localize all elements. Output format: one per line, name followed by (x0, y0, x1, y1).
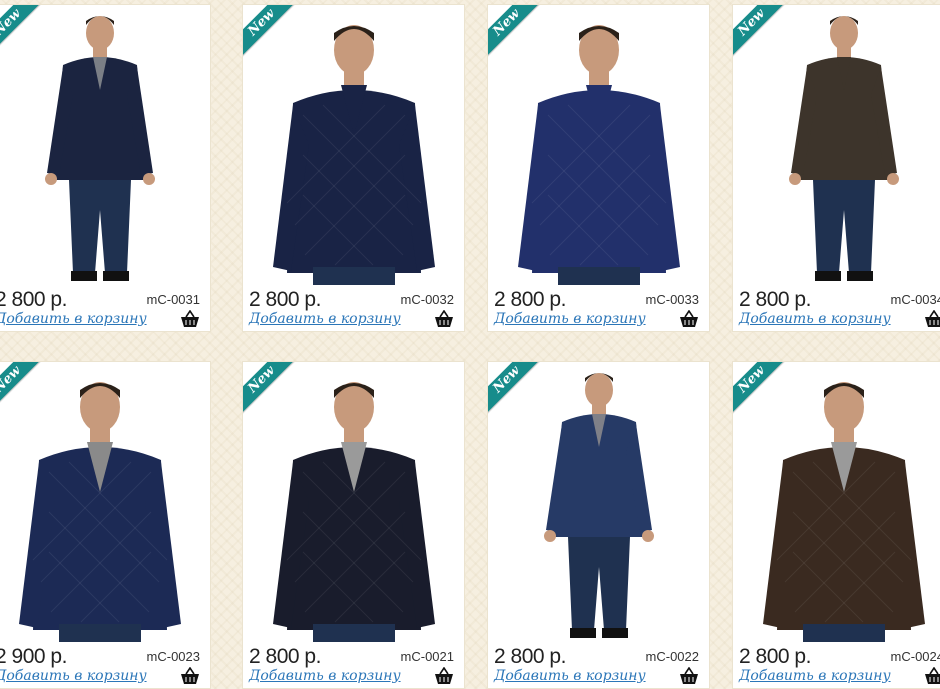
product-sku: mC-0023 (146, 649, 200, 664)
product-sku: mC-0021 (400, 649, 454, 664)
add-to-cart-link[interactable]: Добавить в корзину (739, 311, 891, 327)
product-photo[interactable] (488, 5, 709, 285)
add-to-cart-link[interactable]: Добавить в корзину (249, 668, 401, 684)
product-price: 2 800 р. (249, 288, 321, 311)
product-price: 2 800 р. (739, 645, 811, 668)
product-price: 2 800 р. (494, 645, 566, 668)
product-photo-svg (488, 362, 709, 642)
basket-icon[interactable] (434, 310, 454, 328)
basket-icon[interactable] (679, 310, 699, 328)
product-price: 2 800 р. (494, 288, 566, 311)
basket-icon[interactable] (679, 667, 699, 685)
product-sku: mC-0024 (890, 649, 940, 664)
basket-icon[interactable] (180, 310, 200, 328)
add-to-cart-link[interactable]: Добавить в корзину (0, 311, 147, 327)
product-card[interactable]: New 2 800 р. mC-0021 Добавить в корзину (242, 361, 465, 689)
product-sku: mC-0031 (146, 292, 200, 307)
product-sku: mC-0034 (890, 292, 940, 307)
basket-icon[interactable] (924, 310, 940, 328)
product-photo-svg (0, 5, 210, 285)
product-photo-svg (243, 5, 464, 285)
product-price: 2 800 р. (249, 645, 321, 668)
basket-icon[interactable] (924, 667, 940, 685)
product-card[interactable]: New 2 800 р. mC-0031 Добавить в корзину (0, 4, 211, 332)
product-sku: mC-0022 (645, 649, 699, 664)
product-card[interactable]: New 2 800 р. mC-0032 Добавить в корзину (242, 4, 465, 332)
product-card[interactable]: New 2 800 р. mC-0033 Добавить в корзину (487, 4, 710, 332)
product-photo-svg (243, 362, 464, 642)
basket-icon[interactable] (434, 667, 454, 685)
product-price: 2 900 р. (0, 645, 67, 668)
product-photo-svg (733, 5, 940, 285)
product-sku: mC-0033 (645, 292, 699, 307)
product-photo[interactable] (488, 362, 709, 642)
product-photo-svg (488, 5, 709, 285)
product-photo[interactable] (733, 362, 940, 642)
product-photo[interactable] (243, 362, 464, 642)
add-to-cart-link[interactable]: Добавить в корзину (0, 668, 147, 684)
product-photo-svg (733, 362, 940, 642)
product-sku: mC-0032 (400, 292, 454, 307)
add-to-cart-link[interactable]: Добавить в корзину (494, 311, 646, 327)
product-photo[interactable] (733, 5, 940, 285)
add-to-cart-link[interactable]: Добавить в корзину (249, 311, 401, 327)
product-photo[interactable] (243, 5, 464, 285)
product-price: 2 800 р. (0, 288, 67, 311)
product-photo-svg (0, 362, 210, 642)
product-price: 2 800 р. (739, 288, 811, 311)
add-to-cart-link[interactable]: Добавить в корзину (739, 668, 891, 684)
product-card[interactable]: New 2 800 р. mC-0024 Добавить в корзину (732, 361, 940, 689)
basket-icon[interactable] (180, 667, 200, 685)
product-card[interactable]: New 2 900 р. mC-0023 Добавить в корзину (0, 361, 211, 689)
product-card[interactable]: New 2 800 р. mC-0022 Добавить в корзину (487, 361, 710, 689)
product-photo[interactable] (0, 5, 210, 285)
product-card[interactable]: New 2 800 р. mC-0034 Добавить в корзину (732, 4, 940, 332)
add-to-cart-link[interactable]: Добавить в корзину (494, 668, 646, 684)
product-photo[interactable] (0, 362, 210, 642)
